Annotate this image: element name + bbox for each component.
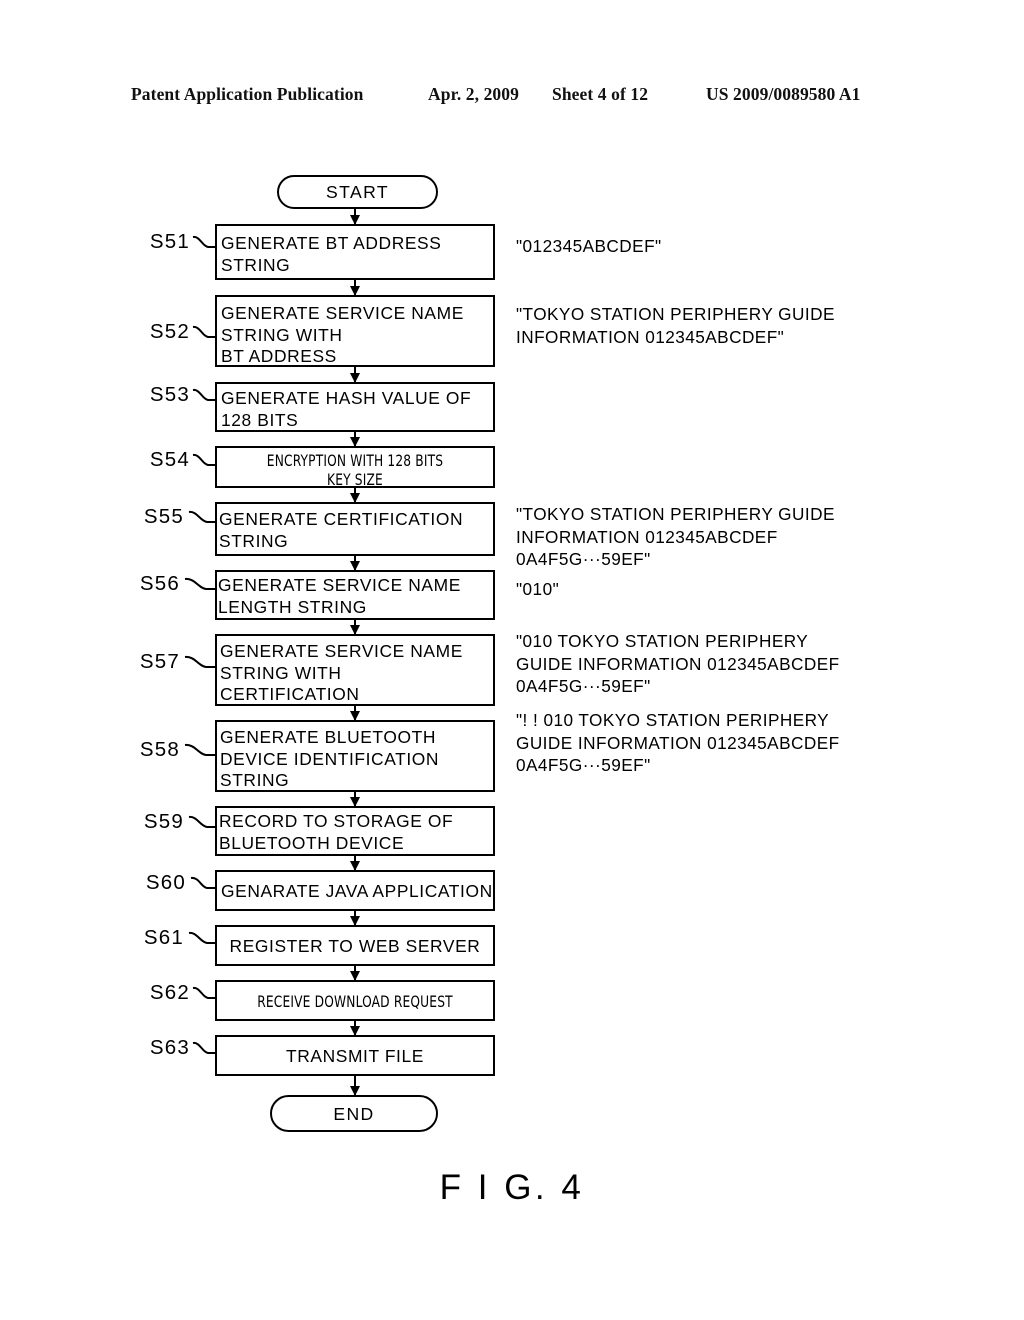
step-label-s54: S54: [149, 448, 190, 471]
connector-s58-s59: [354, 792, 357, 806]
annotation-s56: "010": [516, 579, 560, 599]
step-label-s52: S52: [149, 320, 190, 343]
connector-s62-s63: [354, 1021, 357, 1035]
process-box-s55-label: GENERATE CERTIFICATION STRING: [219, 509, 464, 551]
connector-s51-s52: [354, 280, 357, 295]
annotation-s51: "012345ABCDEF": [516, 236, 662, 256]
leader-line-s62: [192, 986, 217, 999]
step-label-s58: S58: [139, 738, 180, 761]
step-label-s63: S63: [149, 1036, 190, 1059]
connector-s61-s62: [354, 966, 357, 980]
process-box-s60-label: GENARATE JAVA APPLICATION: [221, 881, 493, 901]
connector-start-s51: [354, 209, 357, 224]
flowchart-end-terminator: END: [270, 1095, 438, 1132]
leader-line-s60: [190, 876, 217, 889]
leader-line-s63: [192, 1041, 217, 1054]
step-label-s51: S51: [149, 230, 190, 253]
leader-line-s58: [184, 743, 217, 756]
leader-line-s55: [188, 510, 217, 523]
connector-s53-s54: [354, 432, 357, 446]
flowchart-start-terminator: START: [277, 175, 438, 209]
connector-s55-s56: [354, 556, 357, 570]
process-box-s56-label: GENERATE SERVICE NAME LENGTH STRING: [218, 575, 461, 617]
step-label-s56: S56: [139, 572, 180, 595]
process-box-s56: GENERATE SERVICE NAME LENGTH STRING: [215, 570, 495, 620]
process-box-s52-label: GENERATE SERVICE NAME STRING WITH BT ADD…: [221, 303, 464, 366]
leader-line-s57: [184, 655, 217, 668]
process-box-s59-label: RECORD TO STORAGE OF BLUETOOTH DEVICE: [219, 811, 454, 853]
leader-line-s56: [184, 577, 217, 590]
process-box-s51-label: GENERATE BT ADDRESS STRING: [221, 233, 442, 275]
annotation-s57: "010 TOKYO STATION PERIPHERY GUIDE INFOR…: [516, 631, 840, 696]
step-label-s60: S60: [145, 871, 186, 894]
process-box-s57-label: GENERATE SERVICE NAME STRING WITH CERTIF…: [220, 641, 463, 704]
process-box-s63-label: TRANSMIT FILE: [286, 1046, 424, 1066]
step-label-s61: S61: [143, 926, 184, 949]
leader-line-s53: [192, 388, 217, 401]
annotation-s52: "TOKYO STATION PERIPHERY GUIDE INFORMATI…: [516, 304, 835, 347]
leader-line-s59: [188, 815, 217, 828]
step-label-s57: S57: [139, 650, 180, 673]
leader-line-s54: [192, 453, 217, 466]
process-box-s60: GENARATE JAVA APPLICATION: [215, 870, 495, 911]
process-box-s61-label: REGISTER TO WEB SERVER: [229, 936, 481, 956]
annotation-s58: "! ! 010 TOKYO STATION PERIPHERY GUIDE I…: [516, 710, 840, 775]
connector-s60-s61: [354, 911, 357, 925]
process-box-s58-label: GENERATE BLUETOOTH DEVICE IDENTIFICATION…: [220, 727, 440, 790]
leader-line-s52: [192, 325, 217, 338]
start-label: START: [325, 182, 390, 202]
connector-s54-s55: [354, 488, 357, 502]
process-box-s52: GENERATE SERVICE NAME STRING WITH BT ADD…: [215, 295, 495, 367]
connector-s63-end: [354, 1076, 357, 1095]
leader-line-s51: [192, 235, 217, 248]
process-box-s51: GENERATE BT ADDRESS STRING: [215, 224, 495, 280]
flowchart-diagram: START GENERATE BT ADDRESS STRING S51 GEN…: [0, 0, 1024, 1320]
process-box-s62: RECEIVE DOWNLOAD REQUEST: [215, 980, 495, 1021]
process-box-s58: GENERATE BLUETOOTH DEVICE IDENTIFICATION…: [215, 720, 495, 792]
connector-s59-s60: [354, 856, 357, 870]
process-box-s59: RECORD TO STORAGE OF BLUETOOTH DEVICE: [215, 806, 495, 856]
process-box-s61: REGISTER TO WEB SERVER: [215, 925, 495, 966]
figure-caption: F I G. 4: [439, 1168, 585, 1207]
step-label-s59: S59: [143, 810, 184, 833]
connector-s52-s53: [354, 367, 357, 382]
step-label-s62: S62: [149, 981, 190, 1004]
end-label: END: [333, 1104, 375, 1124]
process-box-s53-label: GENERATE HASH VALUE OF 128 BITS: [221, 388, 472, 430]
process-box-s62-label: RECEIVE DOWNLOAD REQUEST: [257, 992, 453, 1011]
connector-s56-s57: [354, 620, 357, 634]
process-box-s57: GENERATE SERVICE NAME STRING WITH CERTIF…: [215, 634, 495, 706]
annotation-s55: "TOKYO STATION PERIPHERY GUIDE INFORMATI…: [516, 504, 835, 569]
process-box-s54-label: ENCRYPTION WITH 128 BITS KEY SIZE: [266, 451, 444, 489]
process-box-s53: GENERATE HASH VALUE OF 128 BITS: [215, 382, 495, 432]
connector-s57-s58: [354, 706, 357, 720]
process-box-s63: TRANSMIT FILE: [215, 1035, 495, 1076]
process-box-s54: ENCRYPTION WITH 128 BITS KEY SIZE: [215, 446, 495, 489]
step-label-s53: S53: [149, 383, 190, 406]
step-label-s55: S55: [143, 505, 184, 528]
process-box-s55: GENERATE CERTIFICATION STRING: [215, 502, 495, 556]
leader-line-s61: [188, 931, 217, 944]
